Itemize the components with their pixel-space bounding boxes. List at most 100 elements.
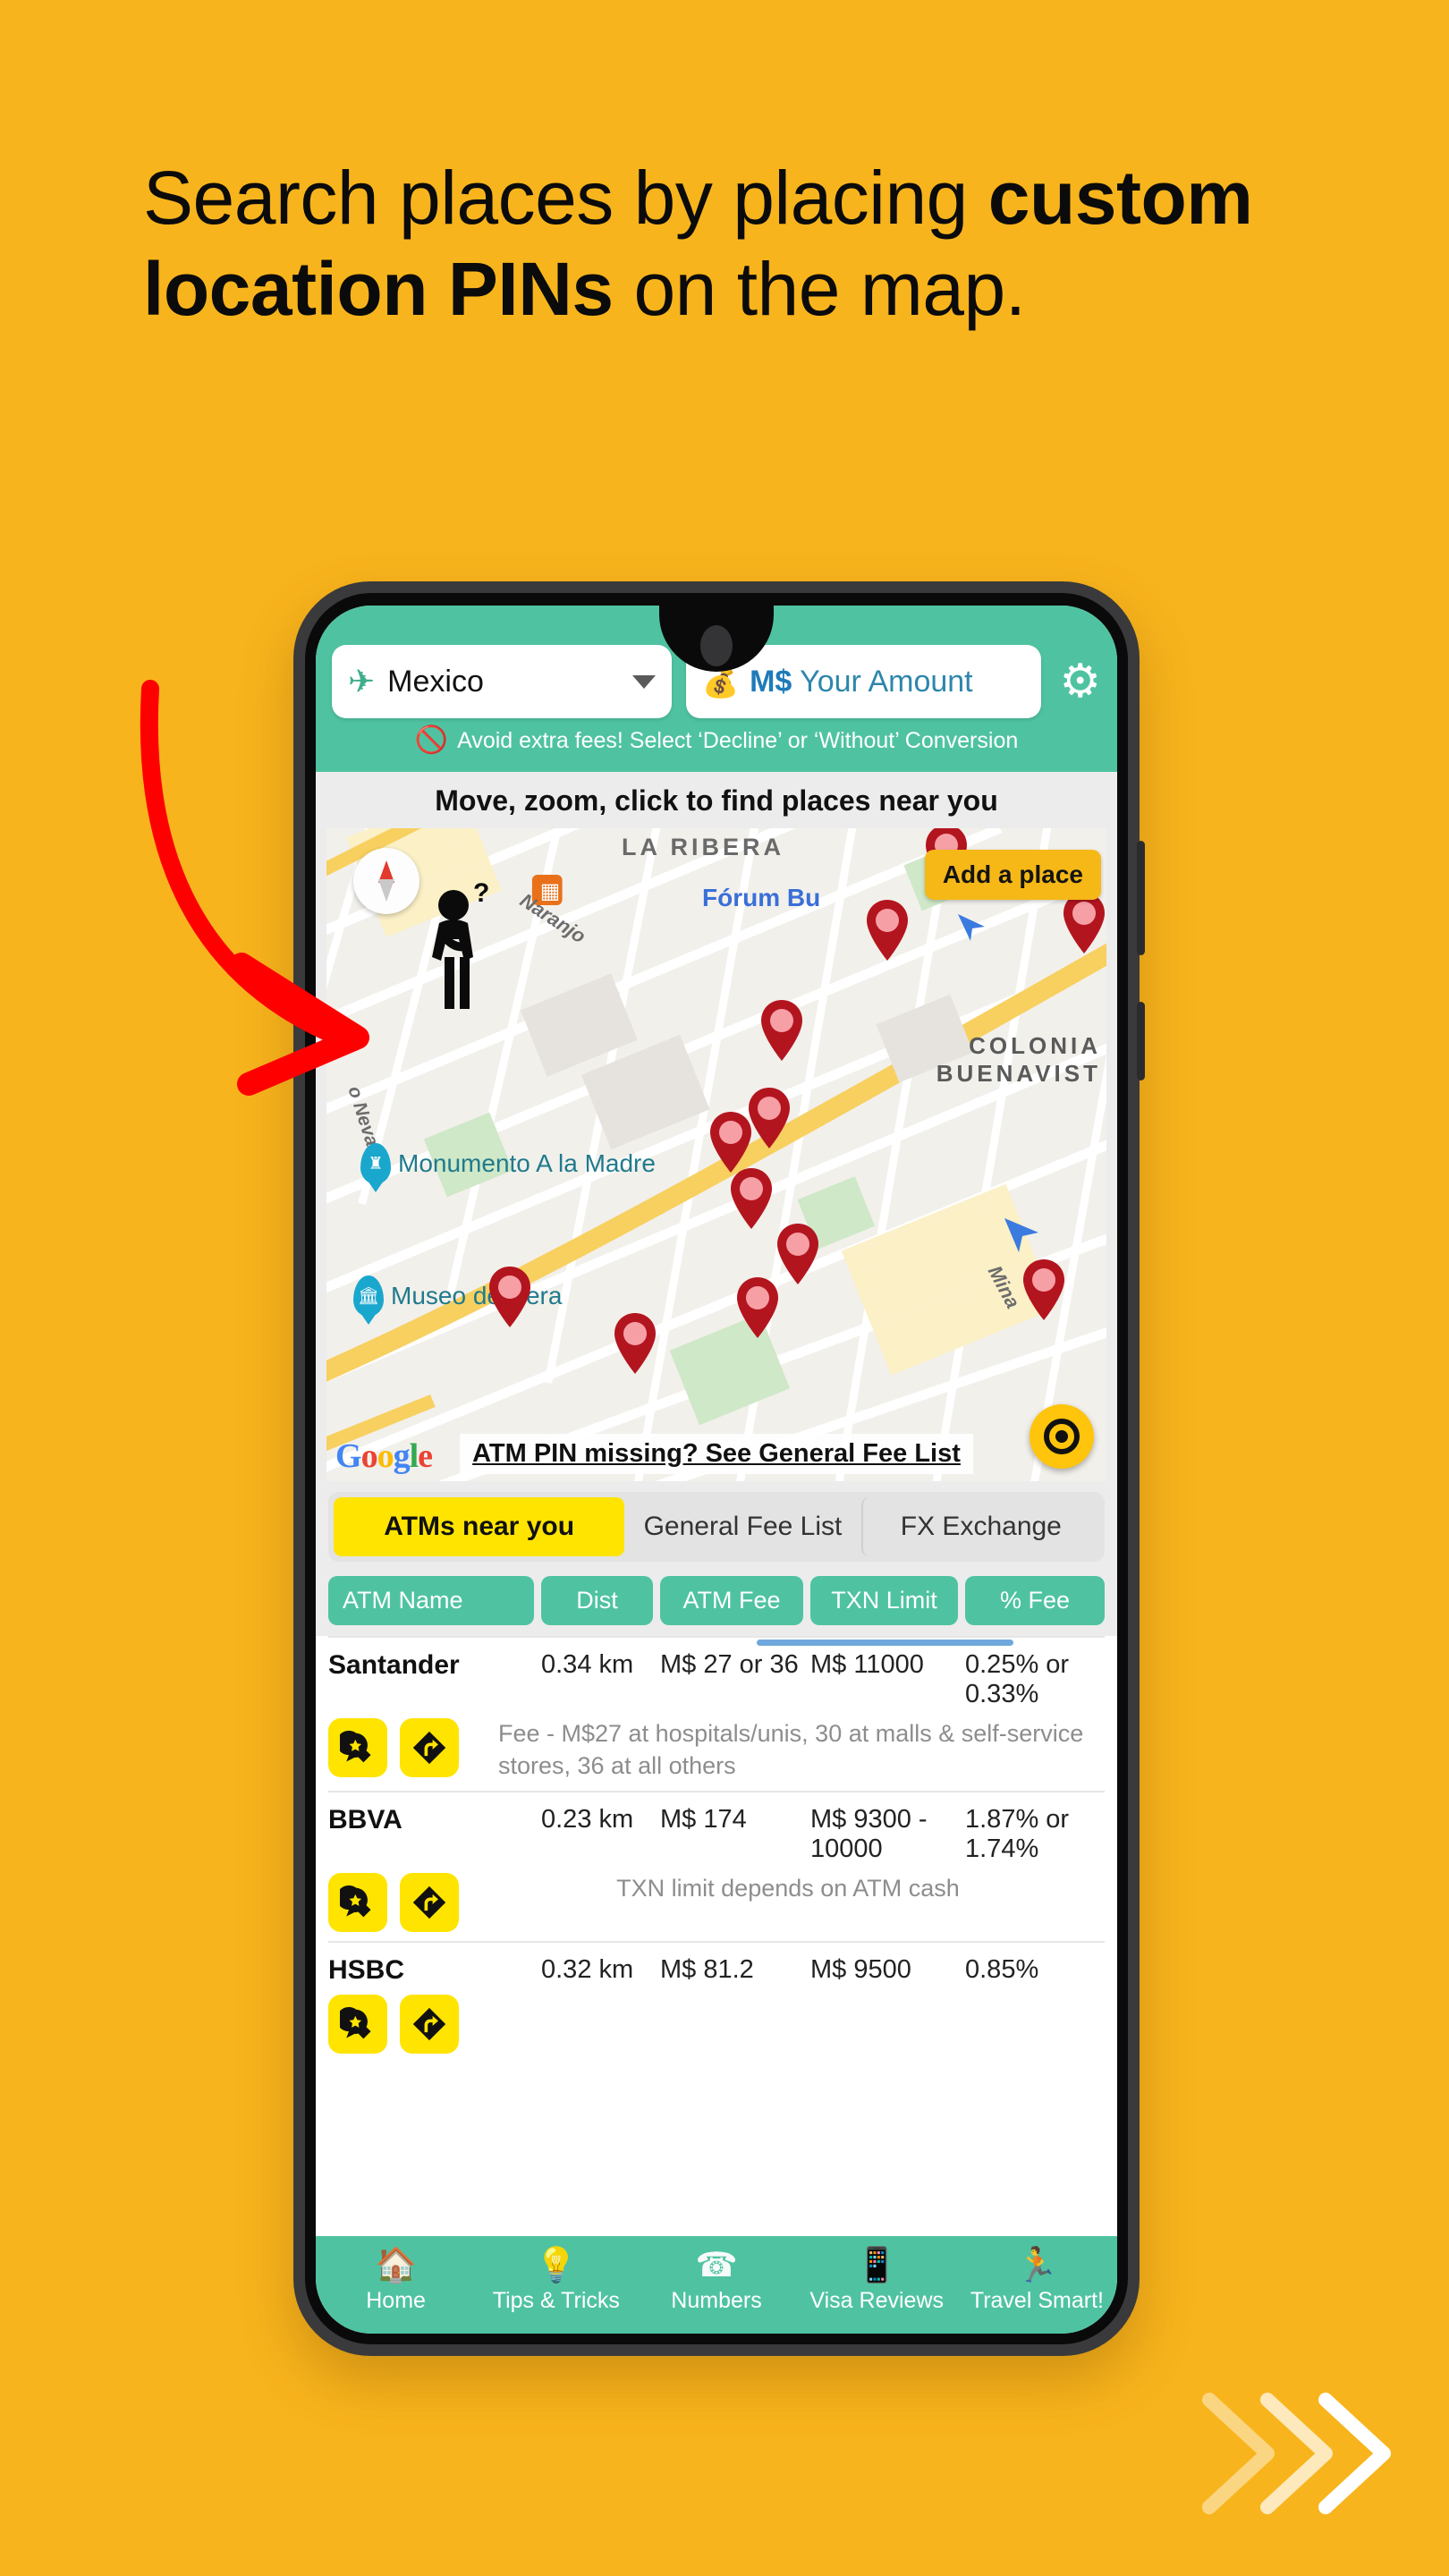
passport-icon: 📱 <box>855 2247 898 2284</box>
poi-monumento-a-la-madre[interactable]: ♜ Monumento A la Madre <box>360 1143 656 1184</box>
monument-pin-icon: ♜ <box>360 1143 391 1184</box>
chevron-down-icon <box>632 674 656 689</box>
nav-label: Travel Smart! <box>970 2288 1104 2313</box>
nav-item-travel-smart[interactable]: 🏃 Travel Smart! <box>957 2249 1117 2314</box>
nav-label: Numbers <box>671 2288 762 2313</box>
nav-item-numbers[interactable]: ☎ Numbers <box>636 2249 796 2314</box>
triple-chevron-right <box>1202 2393 1391 2514</box>
country-selector-value: Mexico <box>387 664 484 699</box>
rate-place-icon[interactable] <box>328 1995 387 2055</box>
home-icon: 🏠 <box>374 2247 418 2284</box>
nav-label: Home <box>366 2288 426 2313</box>
gear-icon[interactable]: ⚙ <box>1059 658 1101 705</box>
airplane-icon: ✈ <box>348 663 376 699</box>
headline-part2: on the map. <box>613 247 1026 332</box>
google-attribution: Google <box>335 1437 433 1475</box>
atm-map-pin[interactable] <box>486 1265 534 1329</box>
tab-fx-exchange[interactable]: FX Exchange <box>860 1497 1099 1556</box>
map-section: Move, zoom, click to find places near yo… <box>316 772 1117 1481</box>
atm-fee: M$ 27 or 36 <box>660 1650 799 1679</box>
museum-pin-icon: 🏛 <box>353 1275 384 1317</box>
lightbulb-icon: 💡 <box>535 2247 578 2284</box>
column-header-dist[interactable]: Dist <box>541 1576 653 1625</box>
svg-text:▦: ▦ <box>540 879 560 903</box>
atm-note: TXN limit depends on ATM cash <box>616 1875 960 1902</box>
fee-warning-text: Avoid extra fees! Select ‘Decline’ or ‘W… <box>457 727 1019 753</box>
atm-distance: 0.34 km <box>541 1650 634 1679</box>
no-entry-icon: 🚫 <box>414 725 449 755</box>
table-row[interactable]: HSBC 0.32 km M$ 81.2 M$ 9500 0.85% <box>328 1941 1105 2063</box>
compass-icon[interactable] <box>353 848 419 914</box>
page-title: Search places by placing custom location… <box>143 152 1270 335</box>
atm-map-pin[interactable] <box>727 1166 775 1231</box>
atm-fee: M$ 81.2 <box>660 1955 754 1985</box>
atm-map-pin[interactable] <box>611 1311 659 1376</box>
column-header-txn-limit[interactable]: TXN Limit <box>810 1576 958 1625</box>
table-row[interactable]: Santander 0.34 km M$ 27 or 36 M$ 11000 0… <box>328 1636 1105 1791</box>
atm-map-pin[interactable] <box>1060 891 1106 955</box>
column-header-pct-fee[interactable]: % Fee <box>965 1576 1105 1625</box>
svg-text:?: ? <box>473 880 489 908</box>
table-column-headers: ATM Name Dist ATM Fee TXN Limit % Fee <box>316 1569 1117 1636</box>
atm-txn-limit: M$ 9500 <box>810 1955 911 1985</box>
atm-fee: M$ 174 <box>660 1805 747 1835</box>
phone-volume-button <box>1137 841 1145 955</box>
atm-note: Fee - M$27 at hospitals/unis, 30 at mall… <box>498 1720 1084 1779</box>
direction-arrow-icon <box>958 914 985 941</box>
bottom-navigation: 🏠 Home 💡 Tips & Tricks ☎ Numbers 📱 Visa … <box>316 2236 1117 2334</box>
atm-distance: 0.32 km <box>541 1955 634 1985</box>
directions-icon[interactable] <box>400 1718 459 1777</box>
phone-screen: ✈ Mexico 💰 M$ Your Amount ⚙ 🚫 Avoid extr… <box>316 606 1117 2334</box>
atm-map-pin[interactable] <box>863 898 911 962</box>
atm-txn-limit: M$ 9300 - 10000 <box>810 1805 928 1864</box>
atm-list[interactable]: Santander 0.34 km M$ 27 or 36 M$ 11000 0… <box>316 1636 1117 2236</box>
nav-item-visa-reviews[interactable]: 📱 Visa Reviews <box>797 2249 957 2314</box>
add-a-place-tooltip[interactable]: Add a place <box>924 850 1101 900</box>
sos-icon: ☎ <box>695 2247 738 2284</box>
nav-item-home[interactable]: 🏠 Home <box>316 2249 476 2314</box>
rate-place-icon[interactable] <box>328 1718 387 1777</box>
nav-label: Visa Reviews <box>809 2288 945 2313</box>
thinking-person-icon: ? <box>432 880 489 1009</box>
table-row[interactable]: BBVA 0.23 km M$ 174 M$ 9300 - 10000 1.87… <box>328 1791 1105 1941</box>
amount-input-placeholder: M$ Your Amount <box>750 665 973 699</box>
phone-mockup: ✈ Mexico 💰 M$ Your Amount ⚙ 🚫 Avoid extr… <box>293 581 1145 2356</box>
atm-distance: 0.23 km <box>541 1805 634 1835</box>
atm-name: HSBC <box>328 1955 405 1986</box>
atm-name: BBVA <box>328 1805 402 1835</box>
map-canvas[interactable]: ▦ ? LA RIBERA COLONIA BUENAVIST Naranjo … <box>326 828 1106 1481</box>
general-fee-list-link[interactable]: ATM PIN missing? See General Fee List <box>460 1434 973 1474</box>
atm-map-pin[interactable] <box>1020 1258 1068 1322</box>
directions-icon[interactable] <box>400 1995 459 2055</box>
atm-pct-fee: 0.85% <box>965 1955 1039 1985</box>
column-header-atm-fee[interactable]: ATM Fee <box>660 1576 803 1625</box>
atm-map-pin[interactable] <box>758 998 806 1063</box>
tab-bar: ATMs near you General Fee List FX Exchan… <box>316 1481 1117 1569</box>
atm-pct-fee: 1.87% or 1.74% <box>965 1805 1070 1864</box>
country-selector[interactable]: ✈ Mexico <box>332 645 672 718</box>
amount-placeholder-text: Your Amount <box>800 664 973 699</box>
atm-map-pin[interactable] <box>707 1110 755 1174</box>
poi-label: Museo de Cera <box>391 1282 563 1309</box>
atm-txn-limit: M$ 11000 <box>810 1650 924 1679</box>
map-instruction: Move, zoom, click to find places near yo… <box>435 784 998 817</box>
locate-me-icon[interactable] <box>1030 1404 1094 1469</box>
rate-place-icon[interactable] <box>328 1873 387 1933</box>
fee-warning-banner: 🚫 Avoid extra fees! Select ‘Decline’ or … <box>332 718 1101 765</box>
directions-icon[interactable] <box>400 1873 459 1933</box>
nav-label: Tips & Tricks <box>492 2288 620 2313</box>
tab-general-fee-list[interactable]: General Fee List <box>624 1497 860 1556</box>
phone-bezel: ✈ Mexico 💰 M$ Your Amount ⚙ 🚫 Avoid extr… <box>305 593 1128 2344</box>
nav-item-tips-tricks[interactable]: 💡 Tips & Tricks <box>476 2249 636 2314</box>
column-header-atm-name[interactable]: ATM Name <box>328 1576 534 1625</box>
tab-atms-near-you[interactable]: ATMs near you <box>334 1497 625 1556</box>
horizontal-scrollbar[interactable] <box>756 1640 1013 1646</box>
atm-pct-fee: 0.25% or 0.33% <box>965 1650 1070 1708</box>
traveler-icon: 🏃 <box>1015 2247 1059 2284</box>
atm-map-pin[interactable] <box>733 1275 782 1340</box>
front-camera-icon <box>700 625 733 666</box>
direction-arrow-icon <box>1004 1218 1038 1252</box>
phone-power-button <box>1137 1002 1145 1080</box>
atm-name: Santander <box>328 1650 460 1680</box>
currency-symbol: M$ <box>750 664 792 699</box>
